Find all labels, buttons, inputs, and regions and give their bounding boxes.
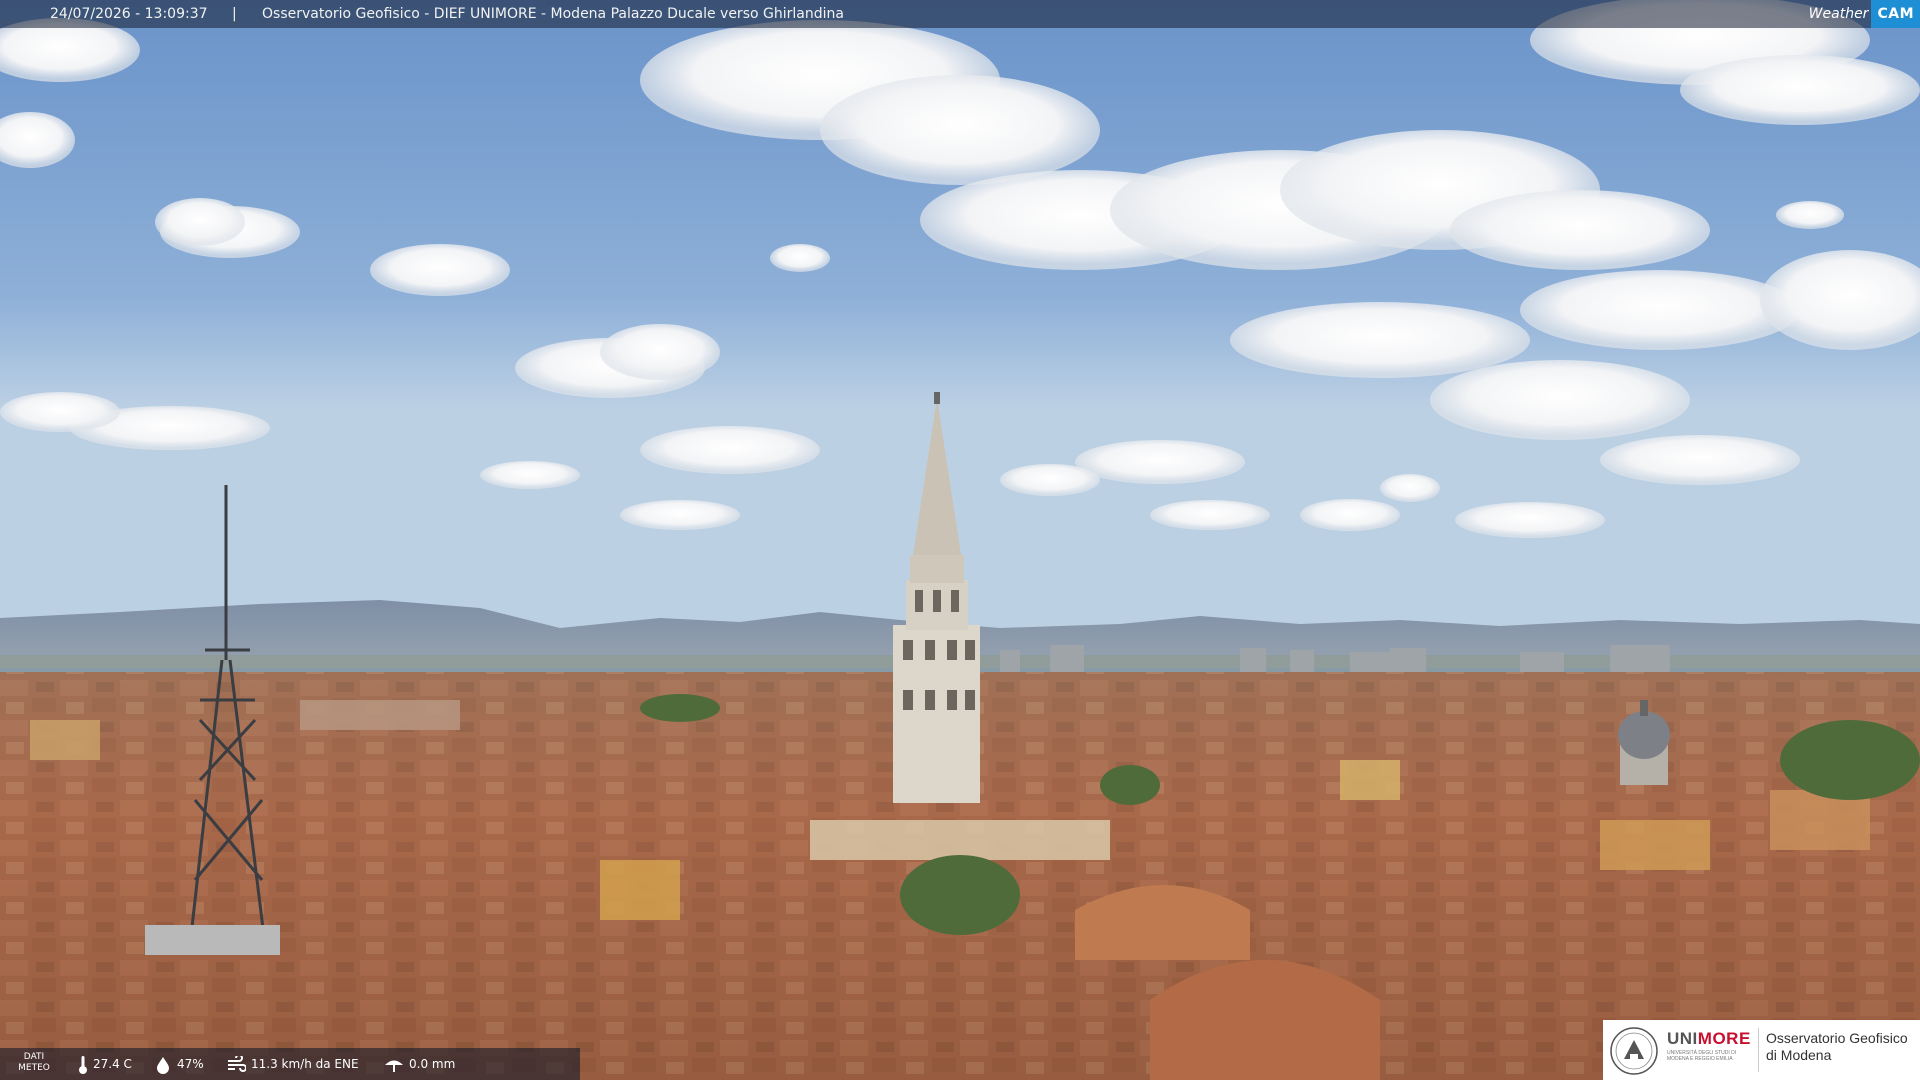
webcam-location-title: Osservatorio Geofisico - DIEF UNIMORE - … <box>262 6 844 22</box>
humidity-reading: 47% <box>154 1048 204 1080</box>
unimore-wordmark-more: MORE <box>1697 1029 1751 1048</box>
observatory-name: Osservatorio Geofisico di Modena <box>1766 1030 1908 1063</box>
logo-divider <box>1758 1028 1759 1072</box>
university-seal-icon <box>1610 1027 1658 1075</box>
wind-icon <box>228 1053 247 1072</box>
title-separator: | <box>232 6 237 22</box>
webcam-scene <box>0 0 1920 1080</box>
antenna-base <box>145 925 280 955</box>
rain-icon <box>385 1060 403 1072</box>
temperature-value: 27.4 C <box>93 1057 132 1071</box>
rain-reading: 0.0 mm <box>384 1048 455 1080</box>
wind-value: 11.3 km/h da ENE <box>251 1057 359 1071</box>
webcam-title-bar: 24/07/2026 - 13:09:37 | Osservatorio Geo… <box>0 0 1920 28</box>
capture-timestamp: 24/07/2026 - 13:09:37 <box>50 6 208 22</box>
humidity-value: 47% <box>177 1057 204 1071</box>
unimore-logo: UNIMORE UNIVERSITÀ DEGLI STUDI DI MODENA… <box>1603 1020 1920 1080</box>
unimore-wordmark-uni: UNI <box>1667 1029 1698 1048</box>
thermometer-icon <box>79 1055 87 1074</box>
weathercam-logo-weather: Weather <box>1808 6 1869 22</box>
wind-reading: 11.3 km/h da ENE <box>226 1048 359 1080</box>
humidity-drop-icon <box>157 1056 169 1074</box>
temperature-reading: 27.4 C <box>78 1048 132 1080</box>
weather-data-label: DATI METEO <box>18 1052 50 1073</box>
weathercam-logo: Weather CAM <box>1809 0 1920 28</box>
university-subtitle: UNIVERSITÀ DEGLI STUDI DI MODENA E REGGI… <box>1667 1050 1737 1062</box>
unimore-wordmark: UNIMORE <box>1667 1029 1751 1049</box>
weather-data-strip: DATI METEO 27.4 C 47% 11.3 km/h da ENE 0… <box>0 1048 580 1080</box>
rain-value: 0.0 mm <box>409 1057 456 1071</box>
weathercam-logo-cam: CAM <box>1871 0 1920 28</box>
